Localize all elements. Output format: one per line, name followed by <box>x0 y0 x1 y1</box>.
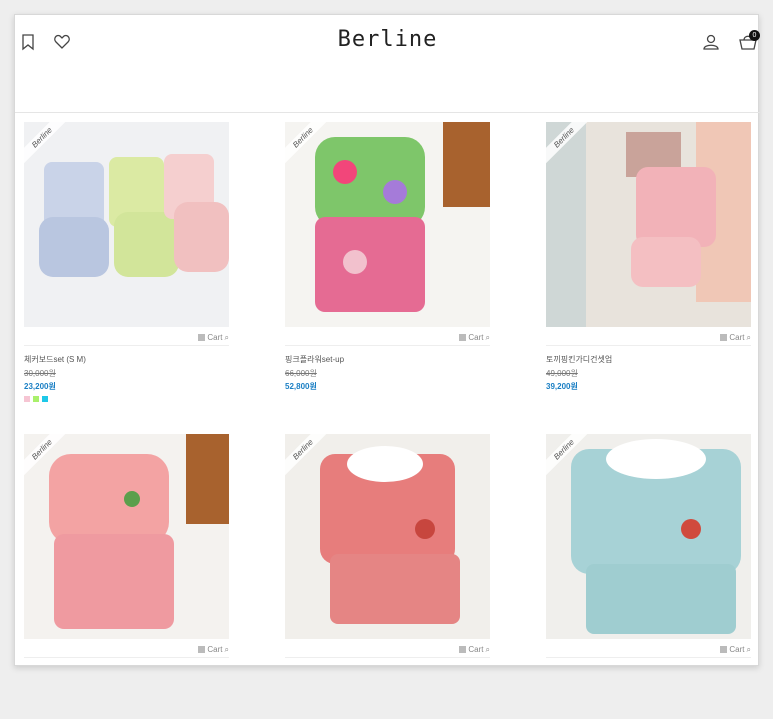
cart-box-icon <box>720 334 728 341</box>
cart-label: Cart <box>207 645 223 654</box>
add-to-cart-link[interactable]: Cart ⌕ <box>546 330 751 346</box>
add-to-cart-link[interactable]: Cart ⌕ <box>24 642 229 658</box>
add-to-cart-link[interactable]: Cart ⌕ <box>285 330 490 346</box>
product-card[interactable]: Berline Cart ⌕ <box>546 434 751 658</box>
product-name[interactable]: 체커보드set (S M) <box>24 354 229 365</box>
search-icon: ⌕ <box>746 644 751 654</box>
product-image[interactable]: Berline <box>546 122 751 327</box>
cart-box-icon <box>459 334 467 341</box>
cart-label: Cart <box>729 333 745 342</box>
swatch-blue[interactable] <box>42 396 48 402</box>
site-header: Berline 0 <box>15 15 760 113</box>
product-name[interactable]: 토끼핑킨가디건셋업 <box>546 354 751 365</box>
color-swatches <box>24 396 229 402</box>
product-card[interactable]: Berline Cart ⌕ 체커보드set (S M) 30,000원 23,… <box>24 122 229 402</box>
sale-price: 52,800원 <box>285 382 317 391</box>
swatch-pink[interactable] <box>24 396 30 402</box>
search-icon: ⌕ <box>485 332 490 342</box>
cart-label: Cart <box>729 645 745 654</box>
add-to-cart-link[interactable]: Cart ⌕ <box>285 642 490 658</box>
cart-box-icon <box>198 646 206 653</box>
swatch-green[interactable] <box>33 396 39 402</box>
product-card[interactable]: Berline Cart ⌕ 핑크플라워set-up 66,000원 52,80… <box>285 122 490 392</box>
cart-box-icon <box>198 334 206 341</box>
cart-label: Cart <box>207 333 223 342</box>
search-icon: ⌕ <box>746 332 751 342</box>
product-card[interactable]: Berline Cart ⌕ <box>24 434 229 658</box>
product-card[interactable]: Berline Cart ⌕ <box>285 434 490 658</box>
original-price: 66,000원 <box>285 369 317 378</box>
search-icon: ⌕ <box>224 332 229 342</box>
add-to-cart-link[interactable]: Cart ⌕ <box>546 642 751 658</box>
user-icon[interactable] <box>702 33 720 51</box>
cart-label: Cart <box>468 333 484 342</box>
search-icon: ⌕ <box>485 644 490 654</box>
cart-box-icon <box>720 646 728 653</box>
site-logo[interactable]: Berline <box>15 27 760 52</box>
page-frame: Berline 0 Berline Cart ⌕ 체커보드set (S M) 3… <box>14 14 760 666</box>
sale-price: 23,200원 <box>24 382 56 391</box>
product-name[interactable]: 핑크플라워set-up <box>285 354 490 365</box>
sale-price: 39,200원 <box>546 382 578 391</box>
add-to-cart-link[interactable]: Cart ⌕ <box>24 330 229 346</box>
product-card[interactable]: Berline Cart ⌕ 토끼핑킨가디건셋업 49,000원 39,200원 <box>546 122 751 392</box>
product-image[interactable]: Berline <box>24 434 229 639</box>
cart-icon[interactable]: 0 <box>739 30 760 51</box>
cart-box-icon <box>459 646 467 653</box>
original-price: 49,000원 <box>546 369 578 378</box>
cart-count-badge: 0 <box>749 30 760 41</box>
product-image[interactable]: Berline <box>285 434 490 639</box>
original-price: 30,000원 <box>24 369 56 378</box>
search-icon: ⌕ <box>224 644 229 654</box>
cart-label: Cart <box>468 645 484 654</box>
product-image[interactable]: Berline <box>546 434 751 639</box>
product-image[interactable]: Berline <box>285 122 490 327</box>
product-image[interactable]: Berline <box>24 122 229 327</box>
